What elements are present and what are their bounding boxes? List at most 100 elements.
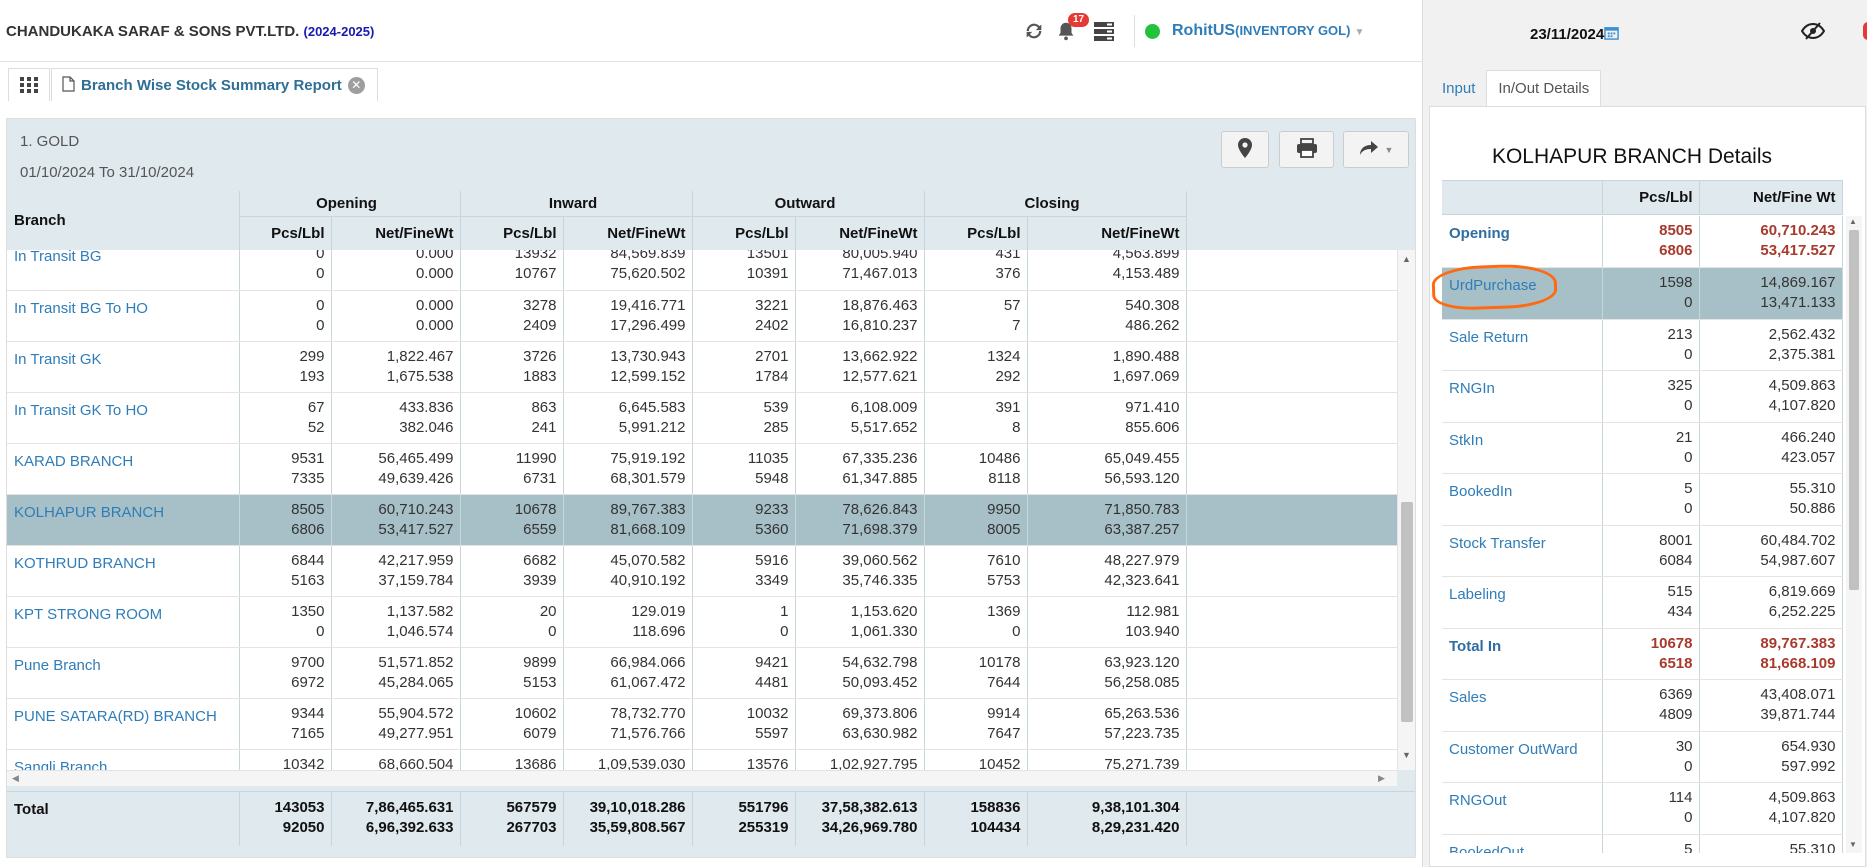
cell-opening-pcs-line2: 6806	[291, 520, 325, 538]
branch-name[interactable]: In Transit GK	[7, 341, 240, 393]
tab-input[interactable]: Input	[1431, 70, 1486, 106]
column-closing-wt[interactable]: Net/FineWt	[1027, 216, 1187, 251]
cell-opening-pcs-line2: 7335	[291, 469, 325, 487]
branch-name[interactable]: Sangli Branch	[7, 749, 240, 770]
cell-outward-wt-line2: 61,347.885	[842, 469, 918, 487]
details-row-label[interactable]: Customer OutWard	[1442, 731, 1603, 783]
cell-closing-wt-line2: 56,258.085	[1104, 673, 1180, 691]
branch-name[interactable]: KARAD BRANCH	[7, 443, 240, 495]
cell-closing-wt-line1: 540.308	[1125, 296, 1180, 314]
cell-closing-pcs-line1: 57	[1003, 296, 1021, 314]
bell-icon[interactable]: 17	[1052, 13, 1090, 45]
cell-outward-wt: 1,153.620 1,061.330	[795, 596, 925, 648]
details-row[interactable]: Stock Transfer 8001 6084 60,484.702 54,987.6…	[1442, 525, 1843, 577]
details-row[interactable]: UrdPurchase 1598 0 14,869.167 13,471.133	[1442, 267, 1843, 320]
cell-inward-pcs-line2: 241	[531, 418, 557, 436]
cell-closing-pcs: 1324 292	[924, 341, 1028, 393]
cell-inward-wt-line1: 89,767.383	[610, 500, 686, 518]
print-button[interactable]	[1279, 131, 1334, 168]
details-wt-line1: 55.310	[1789, 840, 1836, 854]
branch-name[interactable]: PUNE SATARA(RD) BRANCH	[7, 698, 240, 750]
table-row[interactable]: In Transit GK To HO 67 52 433.836 382.046 863…	[7, 392, 1415, 444]
details-row-label[interactable]: Opening	[1442, 216, 1603, 268]
row-filler	[1186, 494, 1415, 546]
details-row[interactable]: Labeling 515 434 6,819.669 6,252.225	[1442, 576, 1843, 629]
column-closing-pcs[interactable]: Pcs/Lbl	[924, 216, 1028, 251]
column-outward-pcs[interactable]: Pcs/Lbl	[692, 216, 796, 251]
details-row-label[interactable]: UrdPurchase	[1442, 267, 1603, 320]
details-column-wt[interactable]: Net/Fine Wt	[1699, 180, 1843, 215]
location-button[interactable]	[1221, 131, 1269, 168]
server-icon[interactable]	[1090, 17, 1118, 45]
details-column-pcs[interactable]: Pcs/Lbl	[1602, 180, 1700, 215]
details-title: KOLHAPUR BRANCH Details	[1491, 145, 1773, 168]
close-icon[interactable]: ✕	[347, 76, 365, 94]
details-row[interactable]: RNGOut 114 0 4,509.863 4,107.820	[1442, 782, 1843, 835]
details-row[interactable]: BookedIn 5 0 55.310 50.886	[1442, 473, 1843, 526]
apps-grid-icon[interactable]	[8, 68, 50, 101]
details-row-label[interactable]: StkIn	[1442, 422, 1603, 474]
table-row[interactable]: KARAD BRANCH 9531 7335 56,465.499 49,639.426…	[7, 443, 1415, 495]
user-name: RohitUS	[1172, 22, 1236, 39]
details-row[interactable]: Customer OutWard 30 0 654.930 597.992	[1442, 731, 1843, 783]
details-row[interactable]: Total In 10678 6518 89,767.383 81,668.109	[1442, 628, 1843, 680]
branch-name[interactable]: KOLHAPUR BRANCH	[7, 494, 240, 546]
horizontal-scrollbar[interactable]: ◀ ▶	[7, 770, 1397, 786]
branch-name[interactable]: KPT STRONG ROOM	[7, 596, 240, 648]
calendar-icon[interactable]	[1604, 25, 1620, 44]
details-panel: Input In/Out Details KOLHAPUR BRANCH Det…	[1422, 62, 1867, 867]
details-table-body[interactable]: Opening 8505 6806 60,710.243 53,417.527 UrdPu…	[1442, 216, 1843, 853]
table-row[interactable]: KOLHAPUR BRANCH 8505 6806 60,710.243 53,417.…	[7, 494, 1415, 546]
details-row-label[interactable]: Sales	[1442, 679, 1603, 732]
table-row[interactable]: In Transit GK 299 193 1,822.467 1,675.538 372…	[7, 341, 1415, 393]
column-outward-wt[interactable]: Net/FineWt	[795, 216, 925, 251]
table-row[interactable]: In Transit BG To HO 0 0 0.000 0.000 3278 2409 1…	[7, 290, 1415, 342]
refresh-icon[interactable]	[1020, 17, 1048, 45]
details-row[interactable]: BookedOut 5 55.310	[1442, 834, 1843, 854]
user-menu[interactable]: RohitUS(INVENTORY GOL) ▼	[1172, 22, 1364, 40]
table-row[interactable]: In Transit BG 0 0 0.000 0.000 13932 10767 84,56…	[7, 250, 1415, 291]
branch-name[interactable]: In Transit BG	[7, 250, 240, 291]
details-row-label[interactable]: RNGOut	[1442, 782, 1603, 835]
table-row[interactable]: Sangli Branch 10342 68,660.504 13686 1,09,53…	[7, 749, 1415, 770]
date-picker[interactable]: 23/11/2024	[1530, 25, 1620, 44]
details-row-label[interactable]: Stock Transfer	[1442, 525, 1603, 577]
details-row-label[interactable]: RNGIn	[1442, 370, 1603, 423]
details-row-label[interactable]: BookedIn	[1442, 473, 1603, 526]
cell-inward-pcs: 10678 6559	[460, 494, 564, 546]
details-scrollbar[interactable]: ▲ ▼	[1846, 216, 1862, 853]
details-row-label[interactable]: Total In	[1442, 628, 1603, 680]
table-row[interactable]: Pune Branch 9700 6972 51,571.852 45,284.065 9…	[7, 647, 1415, 699]
table-row[interactable]: PUNE SATARA(RD) BRANCH 9344 7165 55,904.572…	[7, 698, 1415, 750]
total-filler	[1186, 791, 1415, 846]
branch-name[interactable]: In Transit GK To HO	[7, 392, 240, 444]
column-opening-wt[interactable]: Net/FineWt	[331, 216, 461, 251]
table-row[interactable]: KOTHRUD BRANCH 6844 5163 42,217.959 37,159.7…	[7, 545, 1415, 597]
branch-name[interactable]: KOTHRUD BRANCH	[7, 545, 240, 597]
column-inward-pcs[interactable]: Pcs/Lbl	[460, 216, 564, 251]
details-row[interactable]: Sales 6369 4809 43,408.071 39,871.744	[1442, 679, 1843, 732]
details-row[interactable]: StkIn 21 0 466.240 423.057	[1442, 422, 1843, 474]
vertical-scrollbar[interactable]: ▲ ▼	[1397, 250, 1415, 770]
column-opening-pcs[interactable]: Pcs/Lbl	[239, 216, 332, 251]
column-inward-wt[interactable]: Net/FineWt	[563, 216, 693, 251]
eye-slash-icon[interactable]	[1800, 21, 1826, 44]
details-wt-line1: 2,562.432	[1768, 325, 1836, 343]
tab-branch-stock-report[interactable]: Branch Wise Stock Summary Report ✕	[51, 68, 378, 101]
details-row[interactable]: RNGIn 325 0 4,509.863 4,107.820	[1442, 370, 1843, 423]
details-row-label[interactable]: Labeling	[1442, 576, 1603, 629]
details-row[interactable]: Sale Return 213 0 2,562.432 2,375.381	[1442, 319, 1843, 371]
share-button[interactable]: ▼	[1343, 131, 1409, 168]
details-row-label[interactable]: BookedOut	[1442, 834, 1603, 853]
details-row[interactable]: Opening 8505 6806 60,710.243 53,417.527	[1442, 216, 1843, 268]
details-row-label[interactable]: Sale Return	[1442, 319, 1603, 371]
tab-inout-details[interactable]: In/Out Details	[1486, 70, 1602, 106]
table-row[interactable]: KPT STRONG ROOM 1350 0 1,137.582 1,046.574 20…	[7, 596, 1415, 648]
total-closing-pcs-line2: 104434	[970, 819, 1021, 836]
report-table-body[interactable]: In Transit BG 0 0 0.000 0.000 13932 10767 84,56…	[7, 250, 1415, 770]
column-branch[interactable]: Branch	[7, 191, 240, 251]
details-pcs-line2: 434	[1667, 603, 1693, 620]
branch-name[interactable]: In Transit BG To HO	[7, 290, 240, 342]
details-pcs: 21 0	[1602, 422, 1700, 474]
branch-name[interactable]: Pune Branch	[7, 647, 240, 699]
